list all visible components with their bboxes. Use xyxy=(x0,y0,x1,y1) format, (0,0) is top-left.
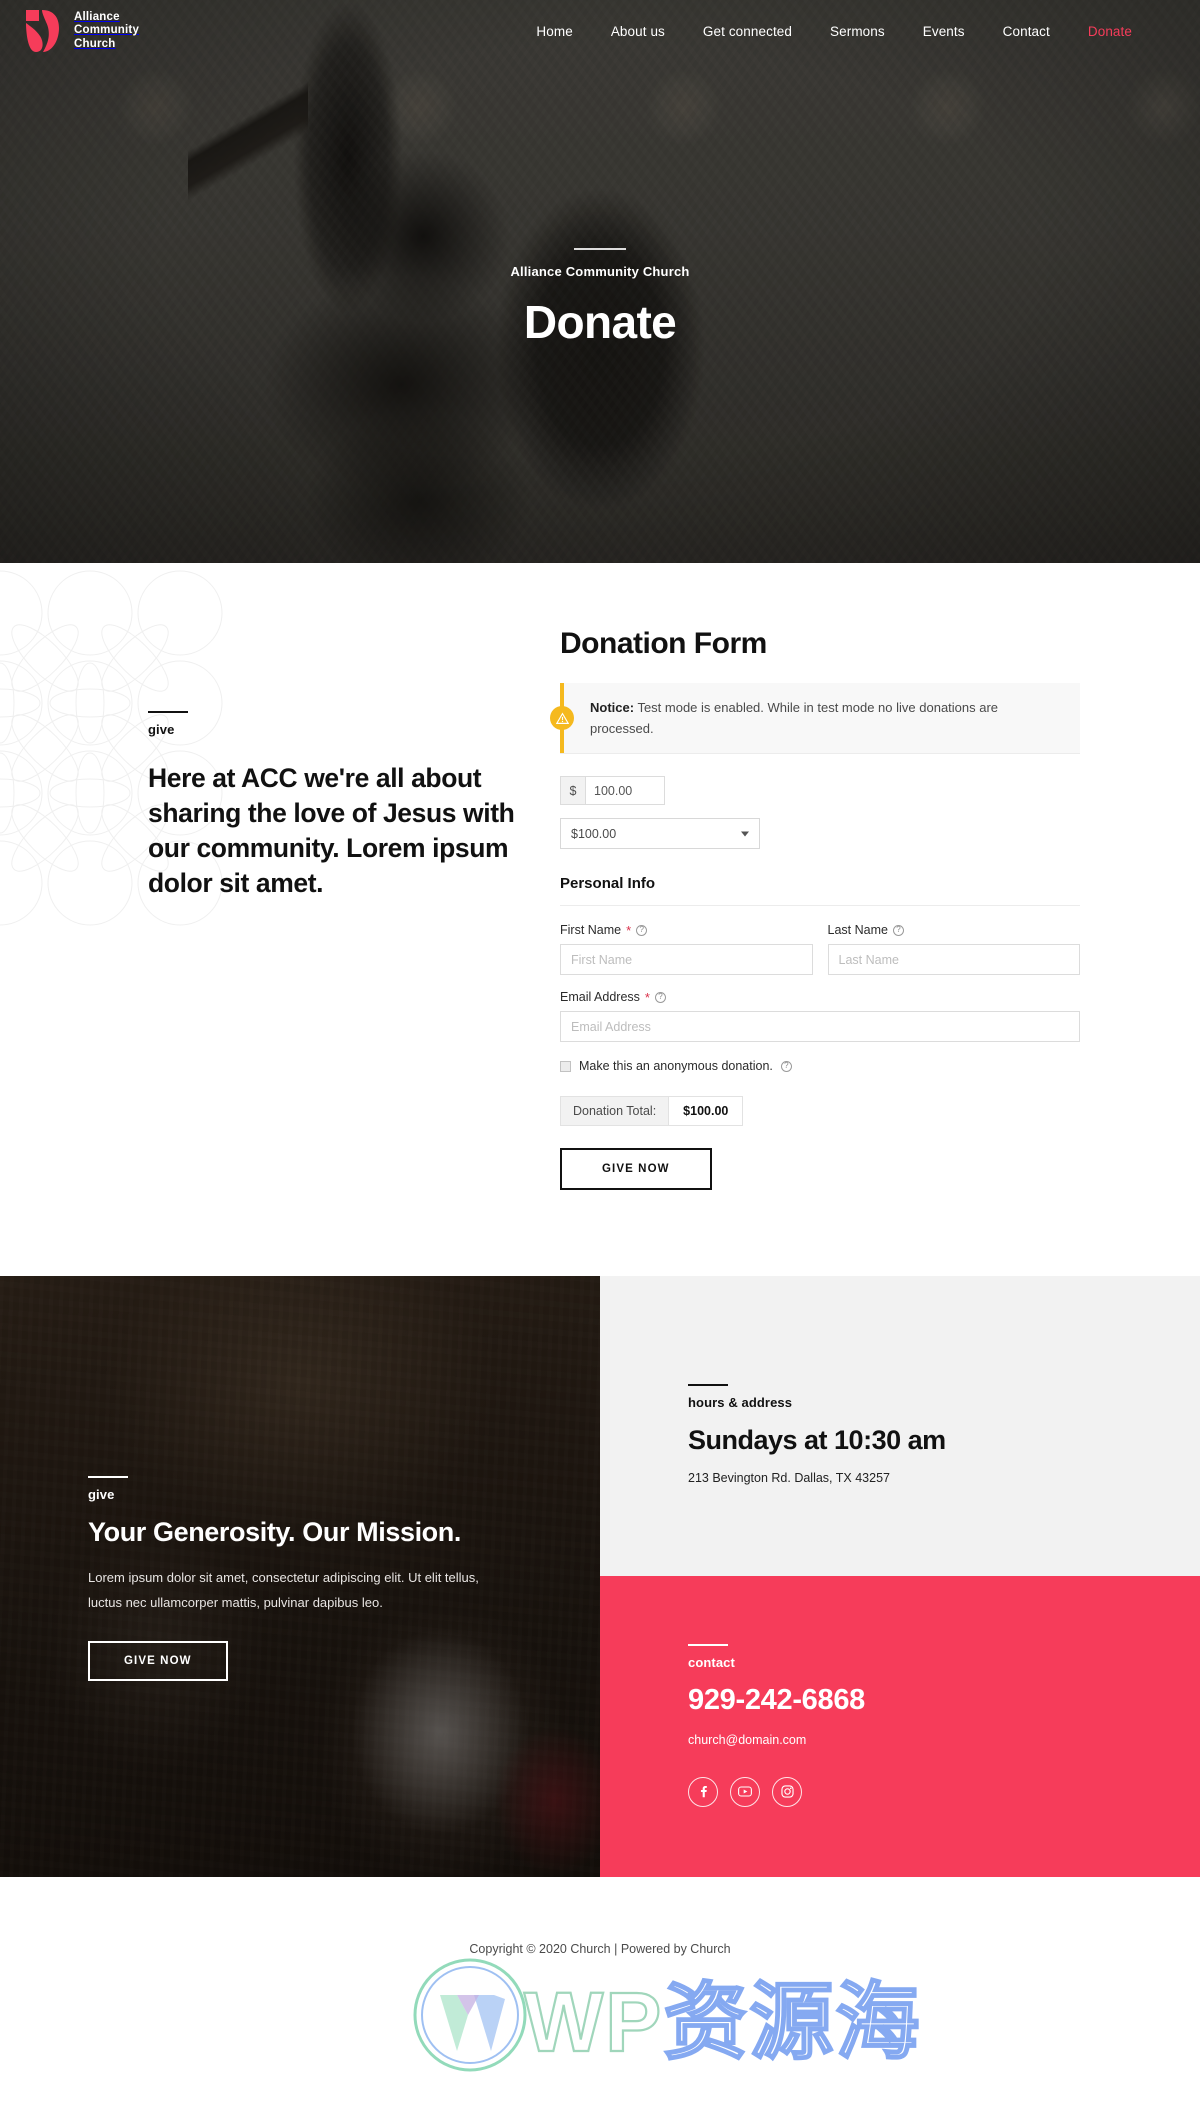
anonymous-donation-label: Make this an anonymous donation. xyxy=(579,1059,773,1073)
donation-total: Donation Total: $100.00 xyxy=(560,1096,744,1126)
nav-item-donate[interactable]: Donate xyxy=(1069,24,1151,39)
name-field-row: First Name * ? Last Name ? xyxy=(560,923,1080,975)
notice-text: Notice: Test mode is enabled. While in t… xyxy=(590,697,1064,739)
instagram-icon[interactable] xyxy=(772,1776,802,1807)
give-now-button[interactable]: GIVE NOW xyxy=(560,1148,712,1190)
hours-heading: Sundays at 10:30 am xyxy=(688,1424,946,1455)
email-field: Email Address * ? xyxy=(560,990,1080,1042)
amount-field-group: $ xyxy=(560,776,1080,805)
generosity-give-now-button[interactable]: GIVE NOW xyxy=(88,1640,228,1681)
copyright-text: Copyright © 2020 Church | Powered by Chu… xyxy=(469,1941,731,1956)
last-name-field: Last Name ? xyxy=(827,923,1081,975)
hours-divider xyxy=(688,1384,728,1386)
anonymous-donation-row[interactable]: Make this an anonymous donation. ? xyxy=(560,1059,1080,1073)
nav-item-about-us[interactable]: About us xyxy=(592,24,684,39)
first-name-input[interactable] xyxy=(560,944,813,975)
notice-label: Notice: xyxy=(590,700,635,715)
social-links xyxy=(688,1776,1200,1807)
anonymous-donation-checkbox[interactable] xyxy=(560,1060,571,1072)
donation-form: Donation Form Notice: Test mode is enabl… xyxy=(550,627,1200,1190)
address-text: 213 Bevington Rd. Dallas, TX 43257 xyxy=(688,1470,890,1485)
hours-address-panel: hours & address Sundays at 10:30 am 213 … xyxy=(600,1276,1200,1576)
site-footer: Copyright © 2020 Church | Powered by Chu… xyxy=(0,1877,1200,2020)
notice-body: Test mode is enabled. While in test mode… xyxy=(590,700,999,736)
last-name-label-row: Last Name ? xyxy=(828,923,1081,937)
chevron-down-icon xyxy=(741,831,749,836)
info-column: hours & address Sundays at 10:30 am 213 … xyxy=(600,1276,1200,1877)
preset-amount-select[interactable]: $100.00 xyxy=(560,818,760,849)
page-title: Donate xyxy=(523,296,677,348)
facebook-icon[interactable] xyxy=(688,1776,718,1807)
test-mode-notice: Notice: Test mode is enabled. While in t… xyxy=(550,683,1080,754)
contact-divider xyxy=(688,1644,728,1646)
generosity-split-section: give Your Generosity. Our Mission. Lorem… xyxy=(0,1276,1200,1877)
donation-layout: give Here at ACC we're all about sharing… xyxy=(0,627,1200,1190)
email-label: Email Address xyxy=(560,990,640,1004)
donation-section: give Here at ACC we're all about sharing… xyxy=(0,563,1200,1276)
last-name-input[interactable] xyxy=(827,944,1080,975)
generosity-panel: give Your Generosity. Our Mission. Lorem… xyxy=(0,1276,600,1877)
question-circle-icon[interactable]: ? xyxy=(636,924,648,936)
youtube-icon[interactable] xyxy=(730,1776,760,1807)
nav-item-sermons[interactable]: Sermons xyxy=(811,24,904,39)
contact-panel: contact 929-242-6868 church@domain.com xyxy=(600,1576,1200,1877)
donation-intro: give Here at ACC we're all about sharing… xyxy=(0,627,560,1190)
warning-icon xyxy=(550,706,574,730)
question-circle-icon[interactable]: ? xyxy=(892,924,904,936)
brand-name: Alliance Community Church xyxy=(74,10,140,50)
hero-heading-block: Alliance Community Church Donate xyxy=(0,248,1200,349)
email-label-row: Email Address * ? xyxy=(560,990,1080,1004)
nav-item-events[interactable]: Events xyxy=(904,24,984,39)
main-navigation: Alliance Community Church Home About us … xyxy=(0,0,1200,62)
donation-amount-input[interactable] xyxy=(585,776,665,805)
first-name-field: First Name * ? xyxy=(560,923,813,975)
question-circle-icon[interactable]: ? xyxy=(654,991,666,1003)
contact-email[interactable]: church@domain.com xyxy=(688,1733,1200,1747)
generosity-body: Lorem ipsum dolor sit amet, consectetur … xyxy=(88,1569,479,1610)
brand-logo-link[interactable]: Alliance Community Church xyxy=(24,8,139,54)
generosity-heading: Your Generosity. Our Mission. xyxy=(88,1516,461,1547)
last-name-label: Last Name xyxy=(827,923,888,937)
generosity-content: give Your Generosity. Our Mission. Lorem… xyxy=(88,1476,508,1681)
church-logo-icon xyxy=(24,8,61,54)
contact-eyebrow: contact xyxy=(688,1654,735,1670)
donation-total-label: Donation Total: xyxy=(560,1096,669,1126)
intro-divider xyxy=(148,711,188,713)
nav-item-home[interactable]: Home xyxy=(517,24,591,39)
hero-eyebrow: Alliance Community Church xyxy=(510,264,690,279)
preset-amount-value: $100.00 xyxy=(571,826,617,841)
hero-divider xyxy=(574,248,626,250)
page-root: Alliance Community Church Home About us … xyxy=(0,0,1200,2108)
generosity-divider xyxy=(88,1476,128,1478)
required-marker: * xyxy=(644,989,650,1005)
email-input[interactable] xyxy=(560,1011,1080,1042)
intro-eyebrow: give xyxy=(148,721,175,737)
first-name-label-row: First Name * ? xyxy=(560,923,813,937)
first-name-label: First Name xyxy=(560,923,622,937)
nav-item-get-connected[interactable]: Get connected xyxy=(684,24,811,39)
contact-phone[interactable]: 929-242-6868 xyxy=(688,1682,1200,1718)
donation-total-value: $100.00 xyxy=(668,1096,744,1126)
hours-eyebrow: hours & address xyxy=(688,1394,793,1410)
generosity-eyebrow: give xyxy=(88,1486,115,1502)
intro-headline: Here at ACC we're all about sharing the … xyxy=(148,762,515,898)
nav-menu: Home About us Get connected Sermons Even… xyxy=(517,24,1176,39)
form-title: Donation Form xyxy=(560,627,767,660)
nav-item-contact[interactable]: Contact xyxy=(984,24,1069,39)
required-marker: * xyxy=(626,922,632,938)
hero-section: Alliance Community Church Home About us … xyxy=(0,0,1200,563)
currency-symbol: $ xyxy=(560,776,585,805)
question-circle-icon[interactable]: ? xyxy=(780,1060,792,1072)
personal-info-heading: Personal Info xyxy=(560,875,1080,906)
